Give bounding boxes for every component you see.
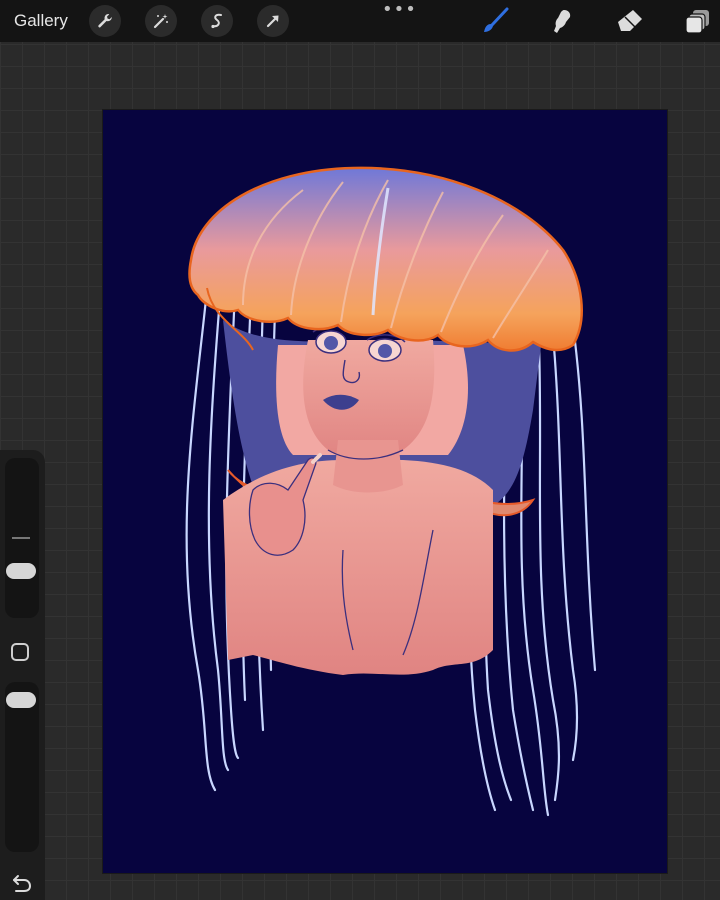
magic-wand-icon bbox=[153, 14, 168, 29]
transform-button[interactable] bbox=[257, 5, 289, 37]
brush-size-handle[interactable] bbox=[6, 563, 36, 579]
selection-button[interactable] bbox=[201, 5, 233, 37]
neck bbox=[333, 440, 403, 493]
selection-icon bbox=[211, 13, 222, 29]
left-sidebar bbox=[0, 450, 45, 900]
layers-button[interactable] bbox=[683, 6, 713, 36]
layers-icon bbox=[685, 10, 709, 34]
wrench-icon bbox=[98, 14, 112, 28]
top-toolbar: Gallery ••• bbox=[0, 0, 720, 42]
undo-icon bbox=[13, 875, 32, 892]
opacity-handle[interactable] bbox=[6, 692, 36, 708]
actions-button[interactable] bbox=[89, 5, 121, 37]
eraser-tool[interactable] bbox=[615, 6, 645, 36]
transform-icon bbox=[266, 15, 279, 28]
brush-tool[interactable] bbox=[480, 6, 510, 36]
brush-icon bbox=[484, 7, 509, 32]
eraser-icon bbox=[618, 10, 642, 31]
jellyfish-girl-artwork bbox=[185, 166, 597, 817]
smudge-icon bbox=[554, 10, 571, 33]
slider-mark bbox=[12, 537, 30, 539]
modify-button[interactable] bbox=[11, 643, 29, 661]
undo-button[interactable] bbox=[10, 874, 32, 899]
more-options-dots[interactable]: ••• bbox=[382, 1, 417, 19]
smudge-tool[interactable] bbox=[547, 6, 577, 36]
drawing-canvas[interactable] bbox=[103, 110, 667, 873]
gallery-button[interactable]: Gallery bbox=[14, 11, 68, 31]
adjustments-button[interactable] bbox=[145, 5, 177, 37]
